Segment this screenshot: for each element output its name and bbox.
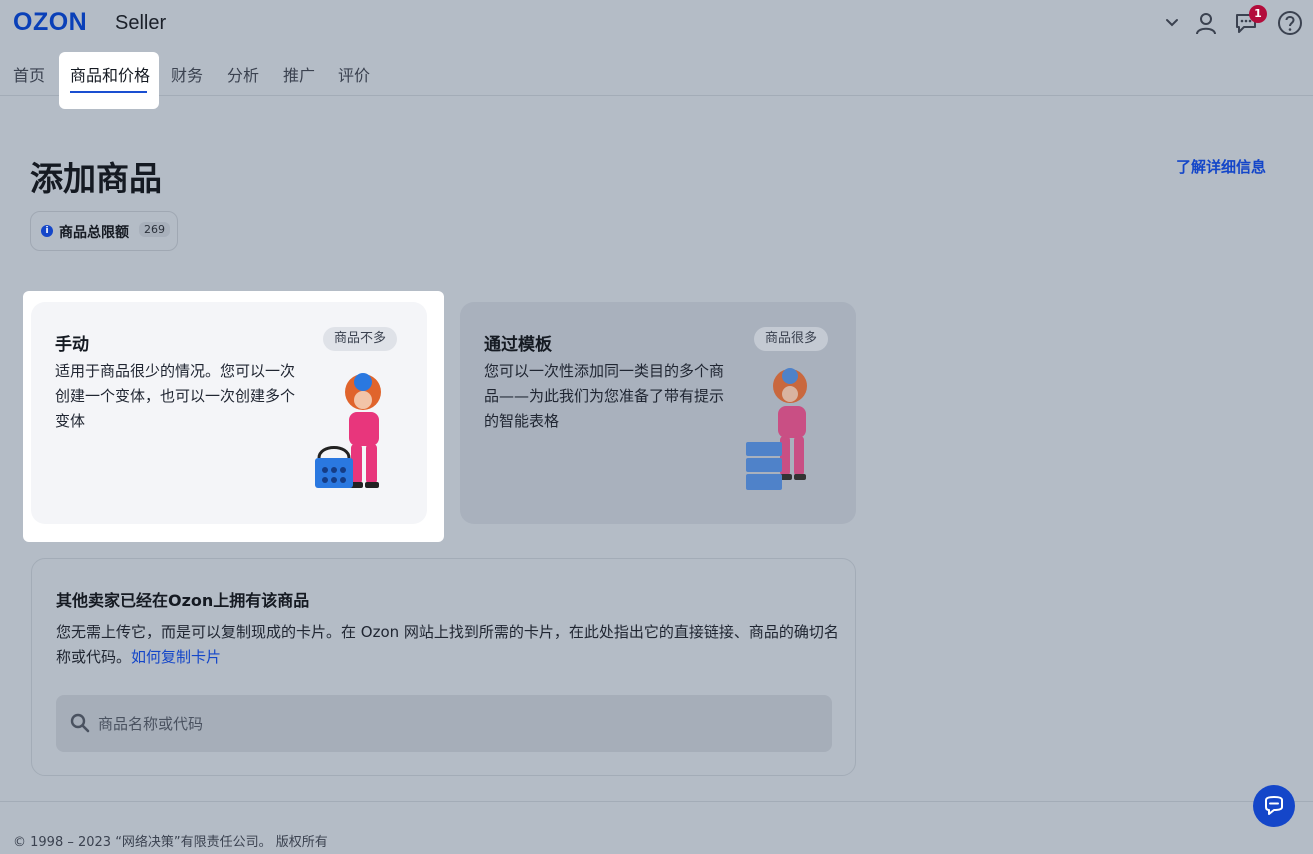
footer-copyright: © 1998 – 2023 “网络决策”有限责任公司。 版权所有 [13, 835, 328, 850]
user-icon[interactable] [1193, 10, 1219, 36]
learn-more-link[interactable]: 了解详细信息 [1176, 156, 1266, 177]
info-icon: i [41, 225, 53, 237]
manual-add-card[interactable]: 手动 商品不多 适用于商品很少的情况。您可以一次创建一个变体，也可以一次创建多个… [31, 302, 427, 524]
mascot-basket-illustration [315, 373, 381, 488]
mascot-baskets-stack-illustration [746, 368, 807, 490]
nav-products-and-prices[interactable]: 商品和价格 [70, 62, 150, 86]
copy-card-title: 其他卖家已经在Ozon上拥有该商品 [56, 591, 310, 610]
chevron-down-icon[interactable] [1161, 11, 1183, 33]
nav-finance[interactable]: 财务 [171, 62, 203, 86]
nav-analytics[interactable]: 分析 [227, 62, 259, 86]
help-icon[interactable] [1277, 10, 1303, 36]
manual-card-title: 手动 [55, 335, 89, 355]
product-limit-label: 商品总限额 [59, 225, 129, 241]
ozon-logo[interactable]: OZON [13, 8, 87, 37]
copy-card-section: 其他卖家已经在Ozon上拥有该商品 您无需上传它，而是可以复制现成的卡片。在 O… [31, 558, 856, 776]
page-title: 添加商品 [30, 159, 162, 198]
template-card-description: 您可以一次性添加同一类目的多个商品——为此我们为您准备了带有提示的智能表格 [484, 362, 725, 430]
nav-active-underline [70, 91, 147, 93]
footer-divider [0, 801, 1313, 802]
manual-card-description: 适用于商品很少的情况。您可以一次创建一个变体，也可以一次创建多个变体 [55, 362, 296, 430]
manual-card-tag: 商品不多 [323, 327, 398, 351]
product-search-box[interactable] [56, 695, 832, 752]
template-add-card[interactable]: 通过模板 商品很多 您可以一次性添加同一类目的多个商品——为此我们为您准备了带有… [460, 302, 856, 524]
nav-home[interactable]: 首页 [13, 62, 45, 86]
product-limit-count: 269 [139, 222, 170, 237]
nav-promotion[interactable]: 推广 [283, 62, 315, 86]
template-card-title: 通过模板 [484, 335, 552, 355]
search-icon [70, 713, 90, 733]
notification-badge: 1 [1249, 5, 1267, 23]
support-chat-icon [1265, 796, 1283, 815]
nav-reviews[interactable]: 评价 [338, 62, 370, 86]
support-chat-button[interactable] [1253, 785, 1295, 827]
product-limit-button[interactable]: i 商品总限额 269 [30, 211, 178, 251]
copy-card-description: 您无需上传它，而是可以复制现成的卡片。在 Ozon 网站上找到所需的卡片，在此处… [56, 620, 846, 670]
template-card-tag: 商品很多 [754, 327, 829, 351]
seller-label: Seller [115, 12, 167, 34]
product-search-input[interactable] [96, 708, 800, 740]
how-to-copy-link[interactable]: 如何复制卡片 [131, 648, 221, 666]
